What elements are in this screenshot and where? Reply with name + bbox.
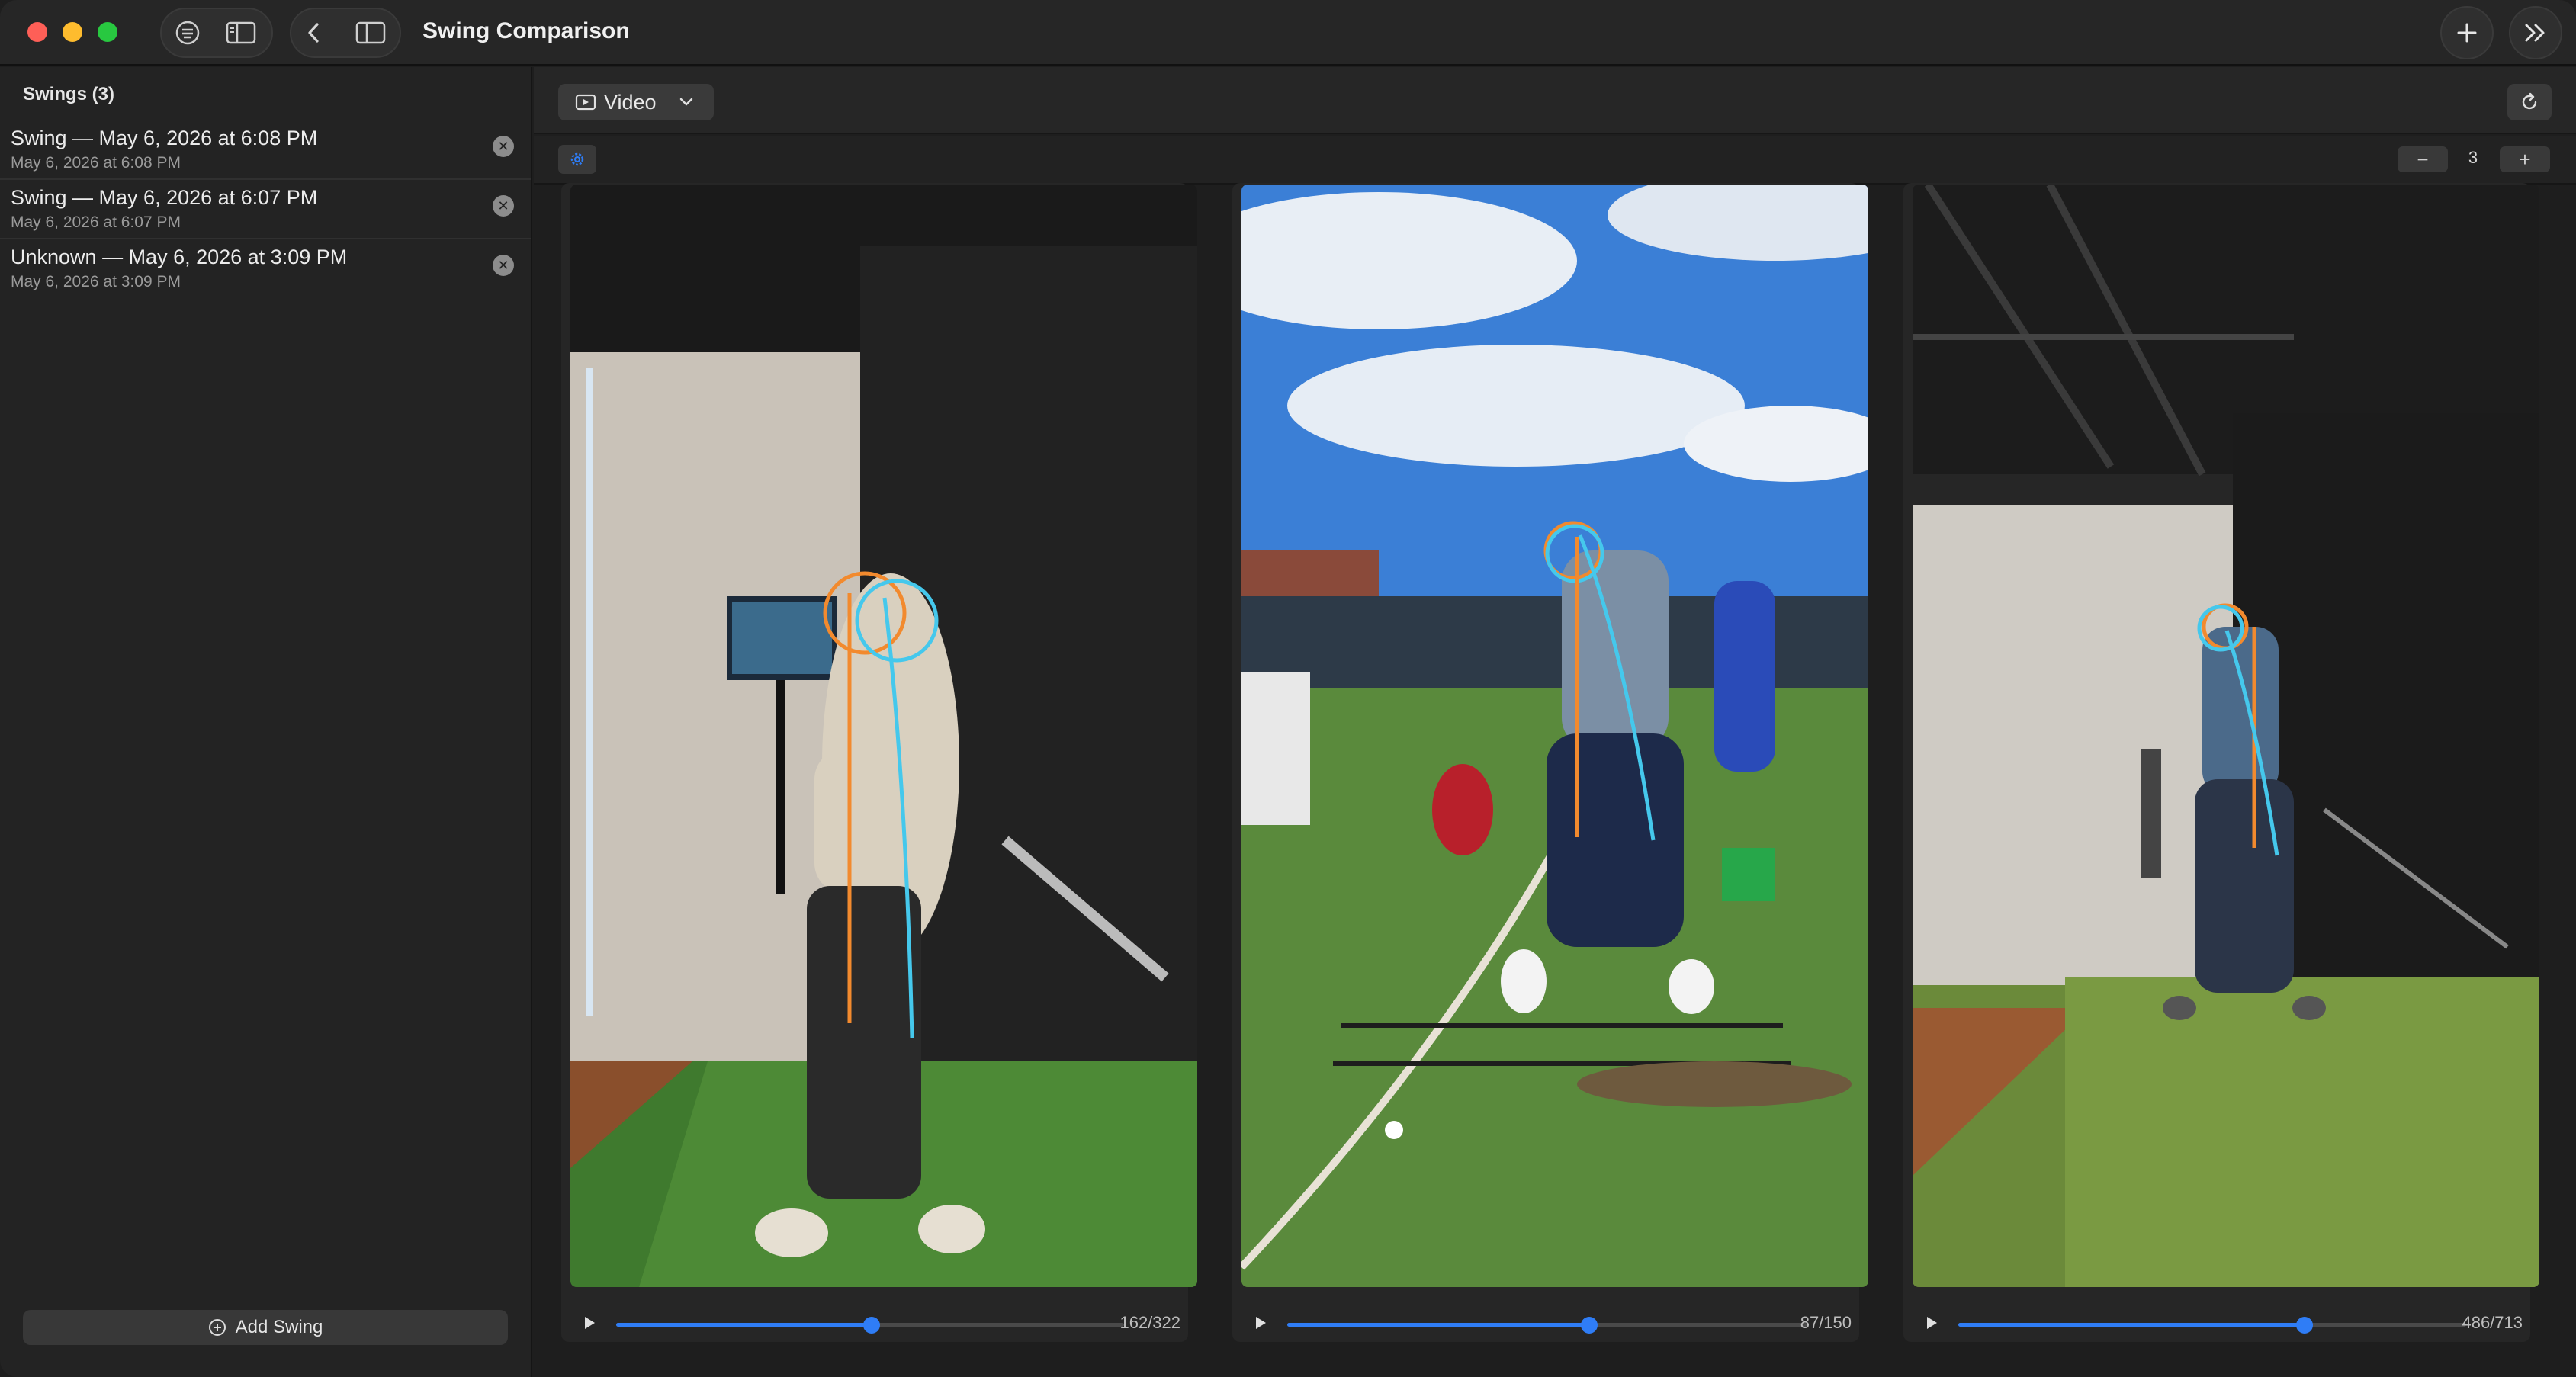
window-title: Swing Comparison xyxy=(422,18,630,43)
add-button[interactable] xyxy=(2440,6,2494,59)
video-frame[interactable] xyxy=(1241,185,1868,1287)
sidebar: Swings (3) Swing — May 6, 2026 at 6:08 P… xyxy=(0,67,532,1377)
scrubber[interactable] xyxy=(1958,1317,2466,1334)
scrubber-thumb[interactable] xyxy=(2296,1317,2314,1334)
remove-icon[interactable]: ✕ xyxy=(493,136,514,157)
plus-icon xyxy=(2457,23,2477,43)
video-frame-image xyxy=(1241,185,1868,1287)
swing-list-item[interactable]: Swing — May 6, 2026 at 6:07 PM May 6, 20… xyxy=(0,180,531,239)
playback-controls: 486/713 xyxy=(1903,1308,2530,1339)
add-swing-label: Add Swing xyxy=(235,1317,323,1337)
sidebar-header: Swings (3) xyxy=(23,84,115,104)
playback-controls: 87/150 xyxy=(1232,1308,1859,1339)
play-icon[interactable] xyxy=(578,1311,601,1334)
frame-counter: 87/150 xyxy=(1800,1313,1852,1332)
chevron-down-icon xyxy=(679,98,692,106)
video-icon xyxy=(575,94,596,111)
scrubber[interactable] xyxy=(1287,1317,1807,1334)
inspector-icon[interactable] xyxy=(355,18,386,48)
frame-counter: 162/322 xyxy=(1119,1313,1180,1332)
gear-icon xyxy=(570,152,584,166)
scrubber-thumb[interactable] xyxy=(1580,1317,1598,1334)
title-bar: Swing Comparison xyxy=(0,0,2576,66)
frame-counter: 486/713 xyxy=(2462,1313,2523,1332)
video-frame[interactable] xyxy=(1913,185,2539,1287)
swing-list-item[interactable]: Swing — May 6, 2026 at 6:08 PM May 6, 20… xyxy=(0,120,531,180)
scrubber-fill xyxy=(616,1323,872,1327)
swing-title: Swing — May 6, 2026 at 6:07 PM xyxy=(11,186,318,209)
video-panel: 162/322 xyxy=(561,183,1197,1342)
swing-date: May 6, 2026 at 3:09 PM xyxy=(11,273,181,290)
video-panel: 87/150 xyxy=(1232,183,1868,1342)
scrubber-thumb[interactable] xyxy=(862,1317,880,1334)
play-icon[interactable] xyxy=(1249,1311,1272,1334)
remove-icon[interactable]: ✕ xyxy=(493,255,514,276)
scrubber-fill xyxy=(1287,1323,1589,1327)
video-panel: 486/713 xyxy=(1903,183,2539,1342)
mode-label: Video xyxy=(604,90,657,114)
remove-icon[interactable]: ✕ xyxy=(493,195,514,217)
swing-list-item[interactable]: Unknown — May 6, 2026 at 3:09 PM May 6, … xyxy=(0,239,531,299)
mode-dropdown[interactable]: Video xyxy=(558,84,714,120)
video-frame[interactable] xyxy=(570,185,1197,1287)
list-icon[interactable] xyxy=(172,18,203,48)
chevron-double-right-icon xyxy=(2525,24,2545,42)
overlay-bar: − 3 + xyxy=(534,136,2576,185)
plus-circle-icon xyxy=(208,1319,226,1336)
increase-columns-button[interactable]: + xyxy=(2500,146,2550,172)
main-toolbar: Video xyxy=(534,67,2576,134)
video-frame-image xyxy=(570,185,1197,1287)
back-icon[interactable] xyxy=(299,18,329,48)
overflow-button[interactable] xyxy=(2509,6,2562,59)
refresh-icon xyxy=(2522,92,2537,110)
overlay-settings-button[interactable] xyxy=(558,145,596,174)
add-swing-button[interactable]: Add Swing xyxy=(23,1310,508,1345)
swing-date: May 6, 2026 at 6:07 PM xyxy=(11,213,181,231)
app-window: Swing Comparison Swings (3) Swing — May … xyxy=(0,0,2576,1377)
playback-controls: 162/322 xyxy=(561,1308,1188,1339)
decrease-columns-button[interactable]: − xyxy=(2398,146,2448,172)
swing-date: May 6, 2026 at 6:08 PM xyxy=(11,154,181,172)
columns-value: 3 xyxy=(2468,148,2478,167)
scrubber-fill xyxy=(1958,1323,2305,1327)
zoom-icon[interactable] xyxy=(98,22,117,42)
minimize-icon[interactable] xyxy=(63,22,82,42)
swing-title: Swing — May 6, 2026 at 6:08 PM xyxy=(11,127,318,149)
video-frame-image xyxy=(1913,185,2539,1287)
close-window-icon[interactable] xyxy=(27,22,47,42)
sidebar-icon[interactable] xyxy=(226,18,256,48)
play-icon[interactable] xyxy=(1920,1311,1943,1334)
swing-title: Unknown — May 6, 2026 at 3:09 PM xyxy=(11,246,348,268)
scrubber[interactable] xyxy=(616,1317,1124,1334)
refresh-button[interactable] xyxy=(2507,84,2552,120)
